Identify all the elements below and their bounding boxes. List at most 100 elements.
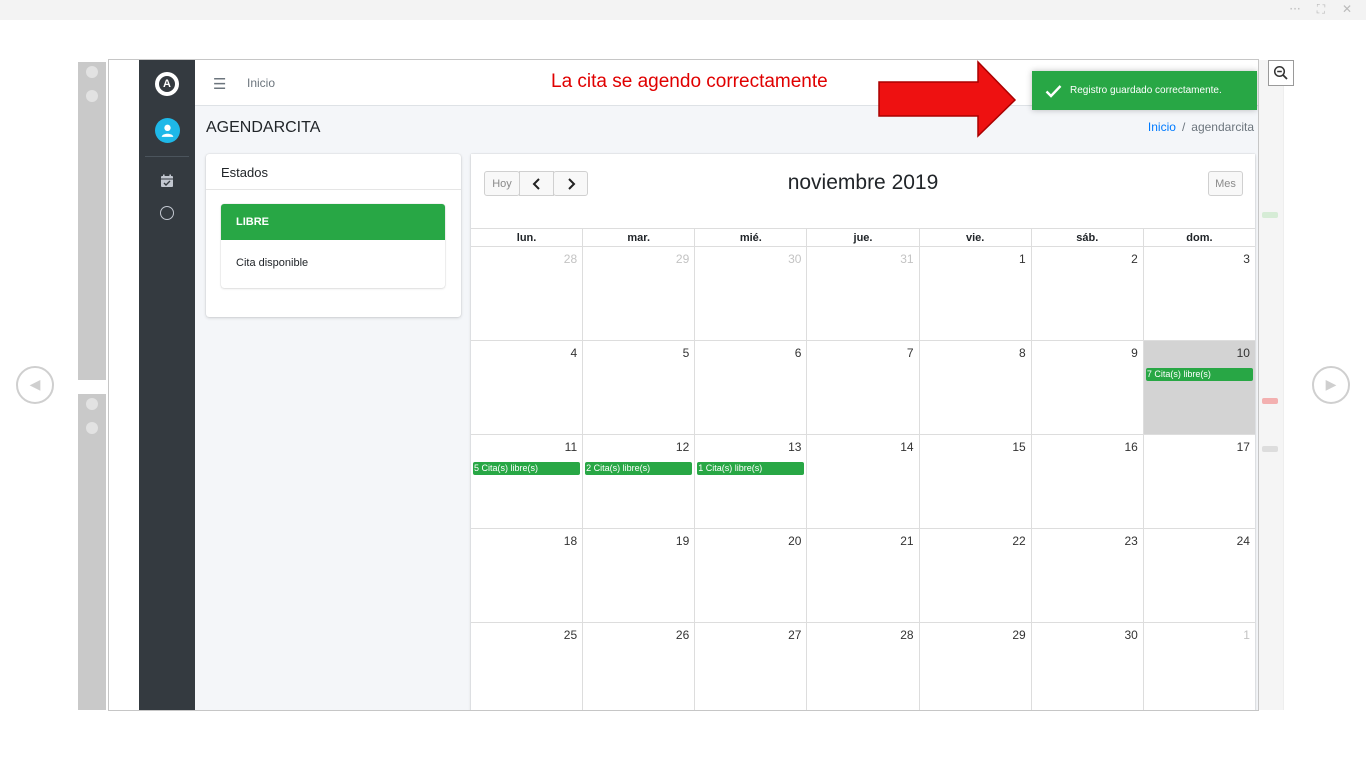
calendar-day[interactable]: 29 [919,623,1032,710]
calendar-day[interactable]: 15 [919,435,1032,528]
check-icon [1045,84,1062,98]
calendar-day[interactable]: 25 [471,623,584,710]
thumbnail[interactable] [78,394,106,710]
calendar-day[interactable]: 14 [807,435,920,528]
calendar-day[interactable]: 13 1 Cita(s) libre(s) [695,435,808,528]
calendar-event[interactable]: 5 Cita(s) libre(s) [473,462,581,475]
brand-logo[interactable]: A [155,72,179,96]
calendar-day[interactable]: 22 [919,529,1032,622]
calendar-week-row: 4 5 6 7 8 9 10 7 Cita(s) libre(s) [471,341,1255,435]
day-number: 21 [900,534,914,548]
calendar-day[interactable]: 7 [807,341,920,434]
viewer-toolbar: ··· ⛶ ✕ [0,0,1366,20]
day-number: 3 [1243,252,1250,266]
thumbnail[interactable] [78,62,106,380]
logo-icon: A [159,76,175,92]
background-page-edge [1258,60,1284,710]
weekday-label: mar. [583,229,696,246]
calendar-day[interactable]: 27 [695,623,808,710]
user-icon [161,124,174,137]
day-number: 28 [900,628,914,642]
calendar-day[interactable]: 5 [583,341,696,434]
more-icon[interactable]: ··· [1286,2,1304,17]
day-number: 26 [675,628,690,642]
estados-header: Estados [206,154,461,190]
calendar-grid: 28 29 30 31 1 2 3 4 5 6 7 8 9 10 7 Cita(s) libre(s) 11 5… [471,247,1255,710]
calendar-day[interactable]: 9 [1031,341,1144,434]
day-number: 29 [1012,628,1026,642]
month-view-button[interactable]: Mes [1208,171,1243,196]
calendar-day[interactable]: 26 [583,623,696,710]
day-number: 27 [788,628,802,642]
calendar-day[interactable]: 1 [919,247,1032,340]
calendar-check-icon[interactable] [160,174,174,188]
zoom-out-icon [1273,65,1288,80]
day-number: 10 [1236,346,1250,360]
calendar-day[interactable]: 2 [1031,247,1144,340]
calendar-day[interactable]: 20 [695,529,808,622]
day-number: 23 [1124,534,1138,548]
day-number: 13 [788,440,802,454]
calendar-day[interactable]: 30 [1031,623,1144,710]
calendar-day[interactable]: 28 [471,247,584,340]
calendar-day[interactable]: 24 [1143,529,1255,622]
calendar-day[interactable]: 29 [583,247,696,340]
day-number: 5 [682,346,690,360]
weekday-label: sáb. [1032,229,1144,246]
page-title: AGENDARCITA [206,119,321,136]
calendar-day[interactable]: 11 5 Cita(s) libre(s) [471,435,584,528]
calendar-day[interactable]: 28 [807,623,920,710]
day-number: 19 [675,534,690,548]
legend-label: LIBRE [221,204,445,240]
day-number: 11 [564,440,578,454]
calendar-title: noviembre 2019 [787,171,939,194]
calendar-day[interactable]: 8 [919,341,1032,434]
calendar-day[interactable]: 6 [695,341,808,434]
calendar-day[interactable]: 30 [695,247,808,340]
day-number: 24 [1236,534,1250,548]
breadcrumb-home[interactable]: Inicio [1148,120,1176,134]
breadcrumb: Inicio / agendarcita [1148,120,1254,134]
calendar-day[interactable]: 17 [1143,435,1255,528]
previous-image-button[interactable]: ◀ [16,366,54,404]
calendar-event[interactable]: 2 Cita(s) libre(s) [585,462,693,475]
day-number: 2 [1131,252,1138,266]
day-number: 1 [1243,628,1250,642]
calendar-day[interactable]: 23 [1031,529,1144,622]
day-number: 6 [794,346,802,360]
weekday-label: vie. [920,229,1032,246]
calendar-day[interactable]: 31 [807,247,920,340]
calendar-day-today[interactable]: 10 7 Cita(s) libre(s) [1143,341,1255,434]
menu-icon[interactable]: ☰ [213,75,226,93]
user-avatar[interactable] [155,118,180,143]
calendar-week-row: 28 29 30 31 1 2 3 [471,247,1255,341]
calendar-day[interactable]: 1 [1143,623,1255,710]
day-number: 15 [1012,440,1026,454]
legend-item-libre: LIBRE Cita disponible [221,204,445,288]
fit-screen-icon[interactable]: ⛶ [1312,2,1330,17]
calendar-day[interactable]: 18 [471,529,584,622]
calendar-day[interactable]: 21 [807,529,920,622]
calendar-event[interactable]: 1 Cita(s) libre(s) [697,462,805,475]
day-number: 20 [788,534,802,548]
day-number: 29 [675,252,690,266]
calendar-day[interactable]: 3 [1143,247,1255,340]
calendar-day[interactable]: 16 [1031,435,1144,528]
weekday-label: dom. [1186,232,1213,244]
nav-link-inicio[interactable]: Inicio [247,76,275,90]
calendar-event[interactable]: 7 Cita(s) libre(s) [1145,368,1253,381]
screenshot-frame: A ☰ Inicio AGENDARCITA Inicio / agendarcit… [108,59,1259,711]
zoom-out-button[interactable] [1268,60,1294,86]
weekday-header: lun. mar. mié. jue. vie. sáb. dom. [471,228,1255,247]
close-icon[interactable]: ✕ [1338,2,1356,17]
success-toast[interactable]: Registro guardado correctamente. [1032,71,1257,110]
calendar-day[interactable]: 12 2 Cita(s) libre(s) [583,435,696,528]
calendar-card: Hoy noviembre 2019 Mes lun. mar. mié. jue. v… [471,154,1255,710]
next-image-button[interactable]: ▶ [1312,366,1350,404]
calendar-day[interactable]: 4 [471,341,584,434]
calendar-day[interactable]: 19 [583,529,696,622]
day-number: 25 [563,628,578,642]
circle-icon[interactable] [160,206,174,220]
calendar-week-row: 18 19 20 21 22 23 24 [471,529,1255,623]
red-arrow-annotation [878,60,1017,138]
